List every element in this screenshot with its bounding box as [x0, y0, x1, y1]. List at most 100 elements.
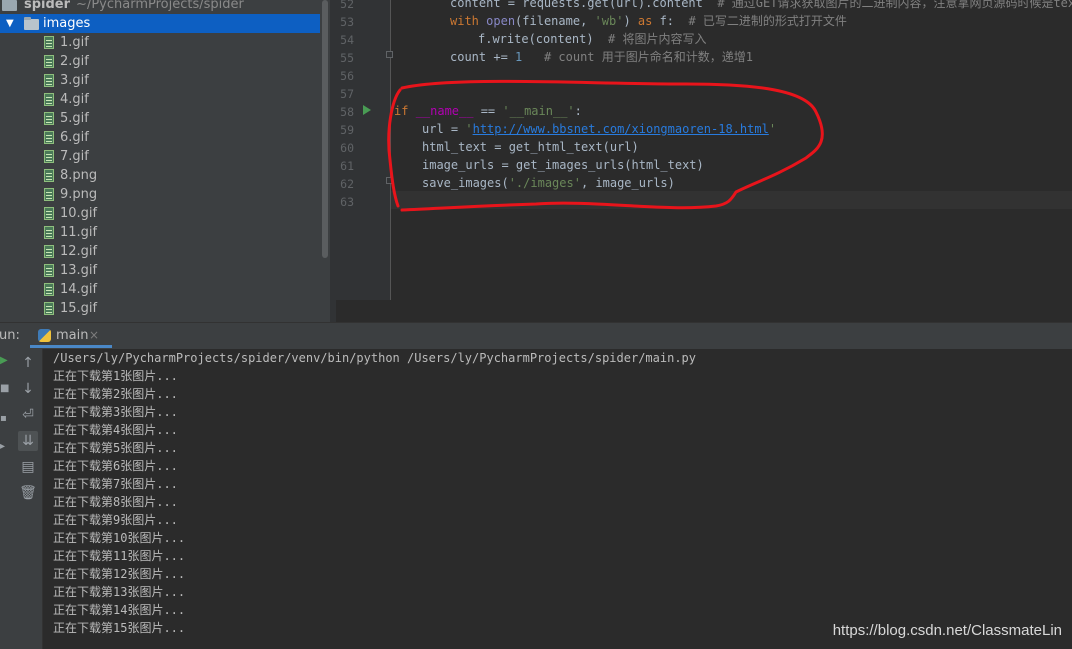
- gif-file-icon: [44, 283, 54, 296]
- gif-file-icon: [44, 207, 54, 220]
- run-label: un:: [0, 328, 20, 343]
- gutter-divider: [390, 0, 391, 300]
- file-name: 5.gif: [60, 111, 89, 126]
- line-number: 58: [340, 105, 354, 119]
- file-name: 9.png: [60, 187, 98, 202]
- tree-file-item[interactable]: 3.gif: [0, 71, 320, 90]
- restore-layout-icon[interactable]: ▪: [0, 413, 7, 424]
- file-name: 1.gif: [60, 35, 89, 50]
- current-line-highlight: [391, 191, 1072, 209]
- file-name: 6.gif: [60, 130, 89, 145]
- file-name: 11.gif: [60, 225, 98, 240]
- up-arrow-icon[interactable]: ↑: [18, 353, 38, 373]
- stop-icon[interactable]: ■: [0, 383, 9, 394]
- gif-file-icon: [44, 245, 54, 258]
- tree-scrollbar[interactable]: [322, 0, 328, 258]
- tree-file-item[interactable]: 5.gif: [0, 109, 320, 128]
- console-output-line: 正在下载第2张图片...: [53, 387, 178, 401]
- tree-file-item[interactable]: 4.gif: [0, 90, 320, 109]
- console-output-line: 正在下载第10张图片...: [53, 531, 186, 545]
- tree-folder-images[interactable]: ▼ images: [0, 14, 320, 33]
- run-arrow-icon[interactable]: [363, 105, 371, 115]
- gif-file-icon: [44, 302, 54, 315]
- tree-file-item[interactable]: 12.gif: [0, 242, 320, 261]
- line-number: 63: [340, 195, 354, 209]
- file-name: 13.gif: [60, 263, 98, 278]
- console-output-line: 正在下载第9张图片...: [53, 513, 178, 527]
- console-output-line: 正在下载第12张图片...: [53, 567, 186, 581]
- close-tab-icon[interactable]: ×: [89, 328, 99, 342]
- file-name: 2.gif: [60, 54, 89, 69]
- file-name: 12.gif: [60, 244, 98, 259]
- file-name: 3.gif: [60, 73, 89, 88]
- fold-marker-icon[interactable]: [386, 51, 393, 58]
- console-command-line: /Users/ly/PycharmProjects/spider/venv/bi…: [53, 351, 696, 365]
- tree-file-item[interactable]: 15.gif: [0, 299, 320, 318]
- print-icon[interactable]: ▤: [18, 457, 38, 477]
- line-number: 57: [340, 87, 354, 101]
- root-folder-name: spider: [24, 0, 71, 12]
- code-line-55: count += 1 # count 用于图片命名和计数，递增1: [450, 50, 753, 64]
- gif-file-icon: [44, 150, 54, 163]
- soft-wrap-icon[interactable]: ⏎: [18, 405, 38, 425]
- gif-file-icon: [44, 74, 54, 87]
- tree-file-item[interactable]: 1.gif: [0, 33, 320, 52]
- console-output-line: 正在下载第3张图片...: [53, 405, 178, 419]
- line-number: 54: [340, 33, 354, 47]
- tree-file-item[interactable]: 2.gif: [0, 52, 320, 71]
- console-output-line: 正在下载第7张图片...: [53, 477, 178, 491]
- gif-file-icon: [44, 131, 54, 144]
- line-number: 56: [340, 69, 354, 83]
- line-number: 62: [340, 177, 354, 191]
- tree-file-item[interactable]: 8.png: [0, 166, 320, 185]
- tree-file-item[interactable]: 13.gif: [0, 261, 320, 280]
- rerun-icon[interactable]: ▶: [0, 355, 8, 366]
- tree-file-item[interactable]: 6.gif: [0, 128, 320, 147]
- tree-file-item[interactable]: 11.gif: [0, 223, 320, 242]
- console-toolbar: ↑ ↓ ⏎ ⇊ ▤ 🗑: [14, 349, 43, 649]
- console-output-line: 正在下载第15张图片...: [53, 621, 186, 635]
- file-name: 10.gif: [60, 206, 98, 221]
- run-tab-main[interactable]: main: [56, 328, 88, 343]
- run-console[interactable]: /Users/ly/PycharmProjects/spider/venv/bi…: [43, 349, 1072, 649]
- console-output-line: 正在下载第1张图片...: [53, 369, 178, 383]
- gif-file-icon: [44, 112, 54, 125]
- folder-name: images: [43, 16, 91, 31]
- console-output-line: 正在下载第11张图片...: [53, 549, 186, 563]
- tree-file-item[interactable]: 14.gif: [0, 280, 320, 299]
- tree-root-spider[interactable]: spider ~/PycharmProjects/spider: [0, 0, 320, 14]
- code-line-62: save_images('./images', image_urls): [422, 176, 675, 190]
- tree-file-item[interactable]: 9.png: [0, 185, 320, 204]
- watermark: https://blog.csdn.net/ClassmateLin: [832, 622, 1062, 639]
- file-name: 15.gif: [60, 301, 98, 316]
- file-name: 8.png: [60, 168, 98, 183]
- line-number: 53: [340, 15, 354, 29]
- tree-file-item[interactable]: 10.gif: [0, 204, 320, 223]
- gif-file-icon: [44, 169, 54, 182]
- root-folder-path: ~/PycharmProjects/spider: [76, 0, 244, 12]
- console-output-line: 正在下载第6张图片...: [53, 459, 178, 473]
- scroll-to-end-icon[interactable]: ⇊: [18, 431, 38, 451]
- code-line-59: url = 'http://www.bbsnet.com/xiongmaoren…: [422, 122, 777, 136]
- url-link[interactable]: http://www.bbsnet.com/xiongmaoren-18.htm…: [473, 122, 769, 136]
- gif-file-icon: [44, 93, 54, 106]
- fold-marker-icon[interactable]: [386, 177, 393, 184]
- expand-arrow-icon[interactable]: ▼: [6, 14, 14, 33]
- trash-icon[interactable]: 🗑: [18, 483, 38, 503]
- gif-file-icon: [44, 264, 54, 277]
- line-number: 55: [340, 51, 354, 65]
- console-output-line: 正在下载第5张图片...: [53, 441, 178, 455]
- code-editor[interactable]: 52 53 54 55 56 57 58 59 60 61 62 63 content = reque…: [336, 0, 1072, 322]
- file-name: 14.gif: [60, 282, 98, 297]
- line-number: 59: [340, 123, 354, 137]
- line-number: 52: [340, 0, 354, 11]
- down-arrow-icon[interactable]: ↓: [18, 379, 38, 399]
- file-name: 7.gif: [60, 149, 89, 164]
- folder-icon: [24, 17, 39, 30]
- gif-file-icon: [44, 55, 54, 68]
- console-output-line: 正在下载第8张图片...: [53, 495, 178, 509]
- tree-file-item[interactable]: 7.gif: [0, 147, 320, 166]
- code-line-52: content = requests.get(url).content # 通过…: [450, 0, 1072, 10]
- pin-icon[interactable]: ▸: [0, 441, 5, 452]
- console-output-line: 正在下载第13张图片...: [53, 585, 186, 599]
